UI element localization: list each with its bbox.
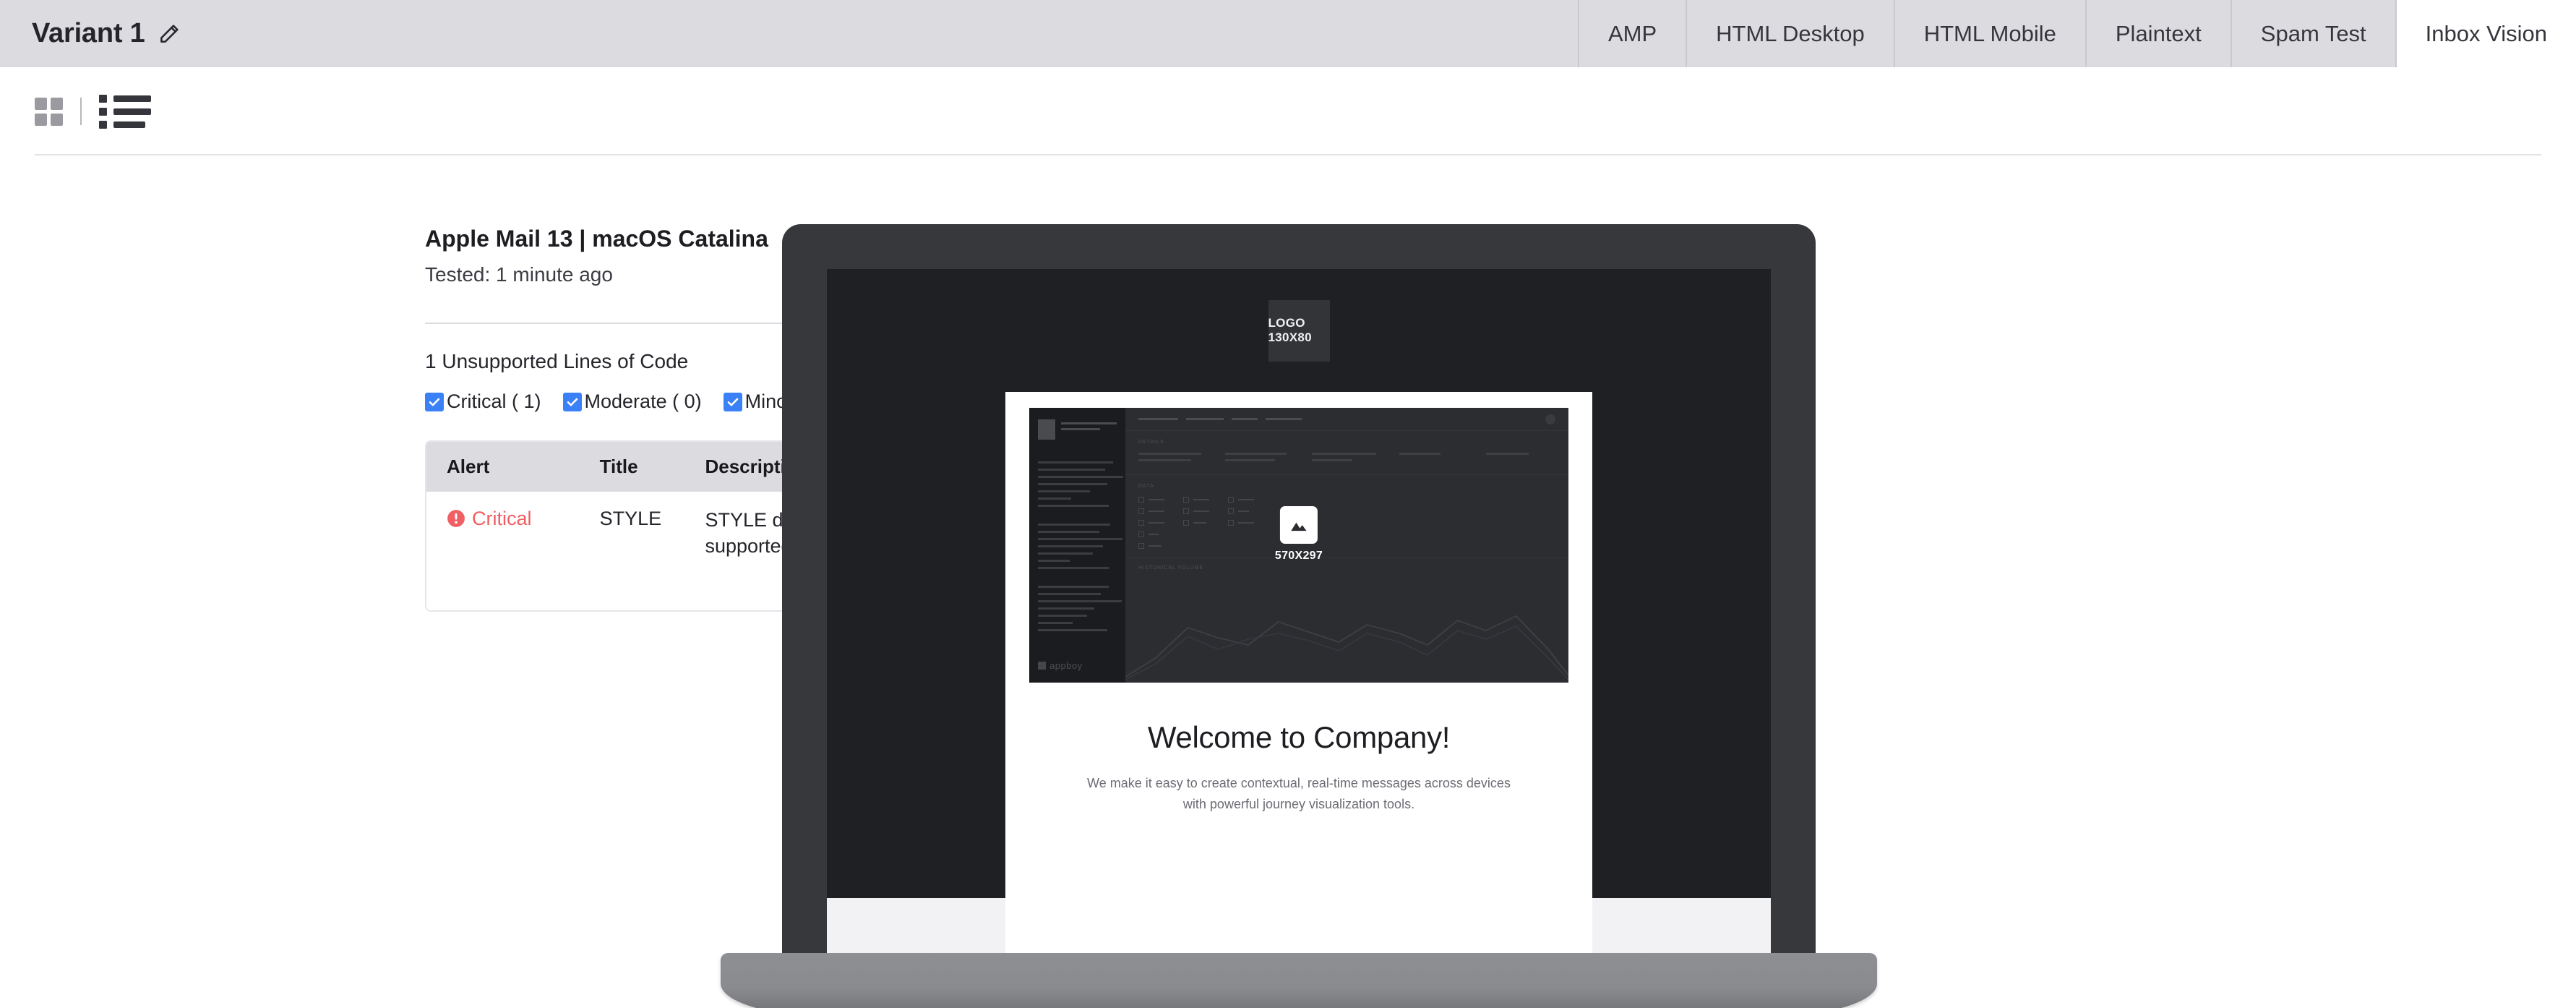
severity-label: Critical: [472, 508, 532, 529]
list-row: [99, 107, 151, 116]
analysis-panel: Apple Mail 13 | macOS Catalina Tested: 1…: [0, 224, 1076, 1008]
filter-critical[interactable]: Critical ( 1): [425, 390, 541, 413]
preview-mode-tabs: AMP HTML Desktop HTML Mobile Plaintext S…: [1577, 0, 2576, 67]
dashboard-chart: [1125, 589, 1568, 683]
client-info: Apple Mail 13 | macOS Catalina Tested: 1…: [425, 224, 768, 286]
welcome-heading: Welcome to Company!: [1147, 720, 1451, 754]
client-title: Apple Mail 13 | macOS Catalina: [425, 226, 768, 252]
sidebar-group: [1038, 524, 1122, 574]
email-side-pad-left: [827, 898, 1005, 953]
tab-label: AMP: [1607, 20, 1657, 46]
filter-moderate[interactable]: Moderate ( 0): [562, 390, 702, 413]
email-side-pad-right: [1592, 898, 1771, 953]
column-header-alert: Alert: [426, 442, 600, 492]
laptop-base: [721, 953, 1877, 1008]
tab-html-desktop[interactable]: HTML Desktop: [1686, 0, 1894, 67]
dashboard-data-heading: DATA: [1138, 484, 1154, 489]
tab-label: HTML Mobile: [1923, 20, 2056, 46]
dashboard-avatar: [1545, 414, 1555, 424]
laptop-mockup: LOGO 130X80 appboy DETAILS DATA HISTORIC…: [721, 224, 1877, 1008]
content-area: Apple Mail 13 | macOS Catalina Tested: 1…: [0, 155, 2576, 1008]
preview-panel: LOGO 130X80 appboy DETAILS DATA HISTORIC…: [721, 224, 2576, 1008]
tab-amp[interactable]: AMP: [1577, 0, 1686, 67]
dashboard-screenshot: appboy DETAILS DATA HISTORICAL VOLUME 57…: [1029, 408, 1568, 683]
tab-label: Plaintext: [2115, 20, 2202, 46]
grid-view-icon[interactable]: [35, 97, 63, 126]
tab-label: Inbox Vision: [2425, 20, 2547, 46]
list-row: [99, 120, 151, 129]
email-card: appboy DETAILS DATA HISTORICAL VOLUME 57…: [1005, 392, 1592, 898]
tab-label: HTML Desktop: [1716, 20, 1865, 46]
grid-cell: [35, 113, 47, 126]
dashboard-sidebar: appboy: [1029, 408, 1125, 683]
tab-plaintext[interactable]: Plaintext: [2085, 0, 2231, 67]
pencil-icon[interactable]: [157, 22, 181, 46]
logo-placeholder: LOGO 130X80: [1268, 299, 1330, 362]
tab-html-mobile[interactable]: HTML Mobile: [1893, 0, 2085, 67]
column-header-title: Title: [599, 442, 705, 492]
sidebar-group: [1038, 461, 1123, 512]
email-center-column: [1005, 898, 1592, 953]
app-header: Variant 1 AMP HTML Desktop HTML Mobile P…: [0, 0, 2576, 67]
dashboard-details-section: DETAILS: [1125, 431, 1568, 475]
image-placeholder: 570X297: [1274, 505, 1323, 563]
grid-cell: [35, 97, 47, 110]
dashboard-topbar: [1125, 408, 1568, 431]
image-icon: [1279, 505, 1318, 544]
email-logo-zone: LOGO 130X80: [827, 269, 1771, 392]
checkbox-critical[interactable]: [425, 392, 444, 411]
sidebar-group: [1038, 586, 1122, 636]
dashboard-brand-label: appboy: [1049, 660, 1083, 671]
dashboard-logo: [1038, 419, 1117, 440]
laptop-lid: LOGO 130X80 appboy DETAILS DATA HISTORIC…: [782, 224, 1816, 953]
tested-timestamp: Tested: 1 minute ago: [425, 263, 613, 286]
tab-spam-test[interactable]: Spam Test: [2230, 0, 2395, 67]
grid-cell: [51, 113, 63, 126]
filter-label: Moderate ( 0): [584, 390, 702, 412]
header-left-group: Variant 1: [0, 0, 181, 67]
email-welcome-block: Welcome to Company! We make it easy to c…: [1005, 683, 1592, 850]
tab-label: Spam Test: [2260, 20, 2366, 46]
dashboard-details-heading: DETAILS: [1138, 440, 1164, 445]
dashboard-history-heading: HISTORICAL VOLUME: [1138, 565, 1204, 571]
dashboard-data-section: DATA: [1125, 475, 1568, 558]
tab-inbox-vision[interactable]: Inbox Vision: [2395, 0, 2576, 67]
variant-title: Variant 1: [32, 18, 145, 48]
dashboard-history-section: HISTORICAL VOLUME: [1125, 558, 1568, 571]
welcome-body: We make it easy to create contextual, re…: [1087, 776, 1511, 811]
dashboard-brand: appboy: [1038, 660, 1083, 671]
filter-label: Critical ( 1): [447, 390, 541, 412]
list-row: [99, 94, 151, 103]
checkbox-moderate[interactable]: [562, 392, 582, 411]
cell-alert: Critical: [426, 492, 600, 610]
image-placeholder-label: 570X297: [1274, 549, 1323, 562]
grid-cell: [51, 97, 63, 110]
cell-title: STYLE: [599, 492, 705, 610]
list-view-icon[interactable]: [99, 94, 151, 129]
toolbar-divider: [80, 98, 82, 125]
critical-alert-icon: [447, 509, 465, 533]
dashboard-main: DETAILS DATA HISTORICAL VOLUME: [1125, 408, 1568, 683]
dashboard-image-wrap: appboy DETAILS DATA HISTORICAL VOLUME 57…: [1005, 392, 1592, 683]
laptop-screen: LOGO 130X80 appboy DETAILS DATA HISTORIC…: [827, 269, 1771, 953]
view-toolbar: [0, 67, 2576, 155]
email-footer-bands: [827, 898, 1771, 953]
